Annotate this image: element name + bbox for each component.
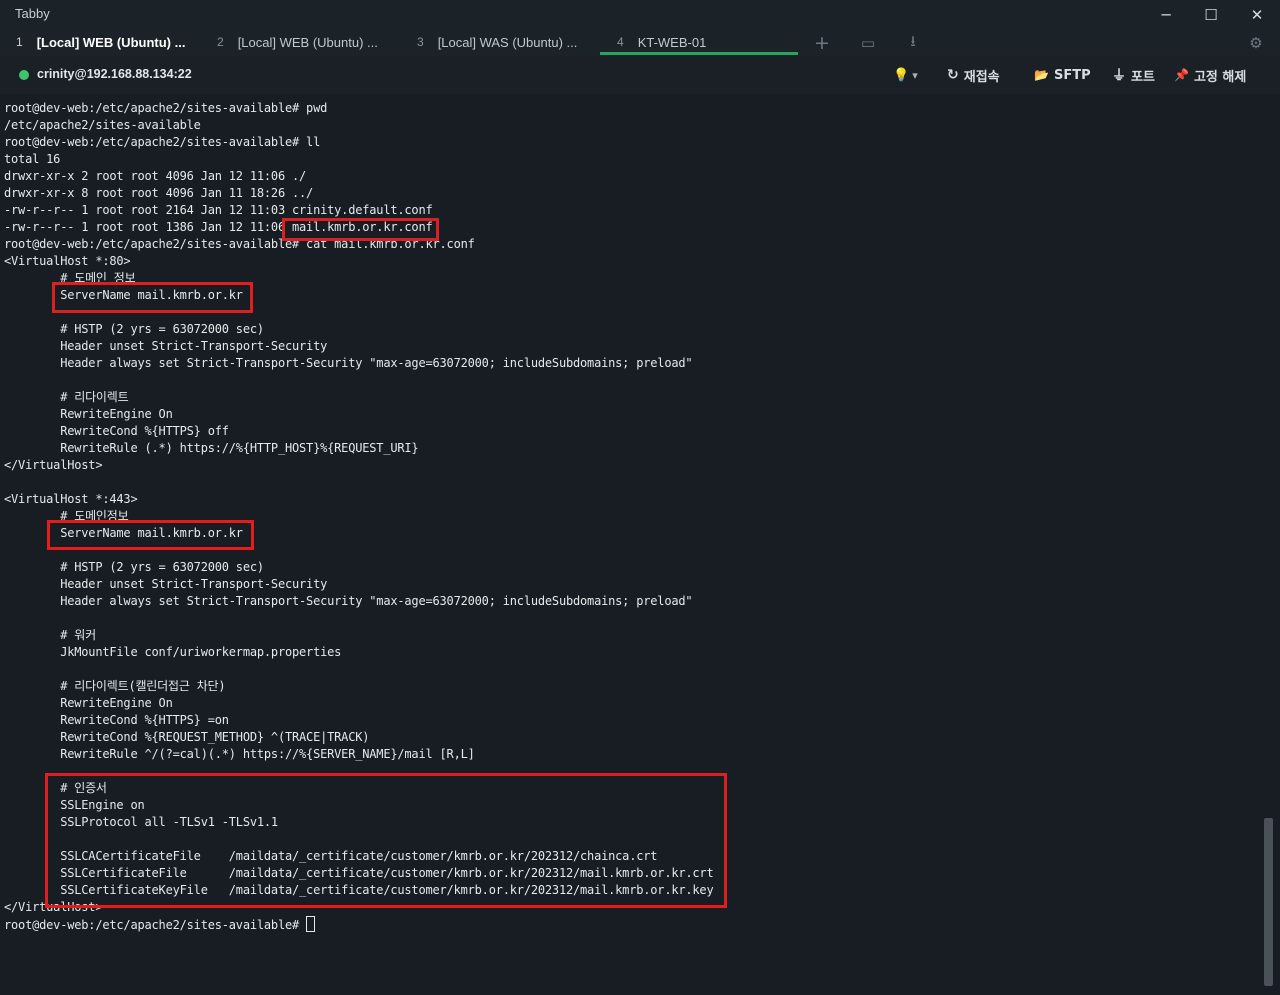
terminal-line: RewriteRule ^/(?=cal)(.*) https://%{SERV… <box>4 747 475 761</box>
terminal-line: RewriteEngine On <box>4 407 173 421</box>
tab-number: 1 <box>16 35 23 49</box>
settings-button[interactable]: ⚙ <box>1246 33 1266 53</box>
app-title: Tabby <box>15 6 50 21</box>
tab-2[interactable]: 2 [Local] WEB (Ubuntu) ... <box>217 30 378 54</box>
folder-icon: 📂 <box>1034 68 1049 82</box>
scrollbar-thumb[interactable] <box>1264 818 1273 986</box>
title-bar: Tabby ─ ☐ ✕ <box>0 0 1280 30</box>
terminal-line: <VirtualHost *:443> <box>4 492 138 506</box>
terminal-line: RewriteRule (.*) https://%{HTTP_HOST}%{R… <box>4 441 419 455</box>
terminal-prompt-line[interactable]: root@dev-web:/etc/apache2/sites-availabl… <box>4 916 1260 933</box>
tab-number: 3 <box>417 35 424 49</box>
active-tab-indicator <box>600 52 798 55</box>
terminal-line: <VirtualHost *:80> <box>4 254 131 268</box>
tab-bar: 1 [Local] WEB (Ubuntu) ... 2 [Local] WEB… <box>0 30 1280 56</box>
tab-3[interactable]: 3 [Local] WAS (Ubuntu) ... <box>417 30 577 54</box>
pin-icon: 📌 <box>1174 68 1189 82</box>
tab-number: 2 <box>217 35 224 49</box>
terminal-line: RewriteCond %{HTTPS} off <box>4 424 229 438</box>
terminal-prompt: root@dev-web:/etc/apache2/sites-availabl… <box>4 918 307 932</box>
plus-icon: + <box>814 32 830 54</box>
tab-label: [Local] WEB (Ubuntu) ... <box>36 34 186 50</box>
plug-icon: ⏚ <box>1112 68 1126 84</box>
download-button[interactable]: ⭳ <box>903 31 923 53</box>
highlight-box-certificate <box>45 773 727 908</box>
refresh-icon: ↻ <box>947 67 959 83</box>
tab-label: KT-WEB-01 <box>637 34 707 50</box>
highlight-box-servername-80 <box>52 282 253 313</box>
terminal-line: /etc/apache2/sites-available <box>4 118 201 132</box>
terminal-line: # HSTP (2 yrs = 63072000 sec) <box>4 322 264 336</box>
tab-4[interactable]: 4 KT-WEB-01 <box>617 30 706 54</box>
tab-label: [Local] WEB (Ubuntu) ... <box>237 34 378 50</box>
close-button[interactable]: ✕ <box>1234 0 1280 30</box>
ports-button[interactable]: ⏚ 포트 <box>1112 65 1155 85</box>
terminal-line: -rw-r--r-- 1 root root 1386 Jan 12 11:06… <box>4 220 433 234</box>
terminal-line: Header unset Strict-Transport-Security <box>4 339 328 353</box>
download-icon: ⭳ <box>910 31 916 50</box>
unpin-label: 고정 해제 <box>1193 69 1247 85</box>
highlight-box-servername-443 <box>47 520 254 550</box>
terminal-line: Header always set Strict-Transport-Secur… <box>4 356 693 370</box>
terminal-line: # HSTP (2 yrs = 63072000 sec) <box>4 560 264 574</box>
terminal-line: # 워커 <box>4 628 96 642</box>
tab-label: [Local] WAS (Ubuntu) ... <box>437 34 578 50</box>
terminal-line: -rw-r--r-- 1 root root 2164 Jan 12 11:03… <box>4 203 433 217</box>
terminal-line: # 리다이렉트 <box>4 390 129 404</box>
reconnect-label: 재접속 <box>963 69 1000 85</box>
terminal-line: JkMountFile conf/uriworkermap.properties <box>4 645 342 659</box>
sftp-button[interactable]: 📂 SFTP <box>1034 65 1091 85</box>
reconnect-button[interactable]: ↻ 재접속 <box>947 65 1000 85</box>
terminal-line: RewriteEngine On <box>4 696 173 710</box>
terminal-line: Header always set Strict-Transport-Secur… <box>4 594 693 608</box>
terminal-line: root@dev-web:/etc/apache2/sites-availabl… <box>4 101 328 115</box>
tab-1[interactable]: 1 [Local] WEB (Ubuntu) ... <box>16 30 185 54</box>
new-tab-button[interactable]: + <box>812 32 832 54</box>
tabby-window: Tabby ─ ☐ ✕ 1 [Local] WEB (Ubuntu) ... 2… <box>0 0 1280 995</box>
minimize-icon: ─ <box>1161 6 1171 24</box>
unpin-button[interactable]: 📌 고정 해제 <box>1174 65 1246 85</box>
terminal-line: drwxr-xr-x 8 root root 4096 Jan 11 18:26… <box>4 186 314 200</box>
notification-button[interactable]: 💡 ▾ <box>893 65 918 85</box>
layout-button[interactable]: ▭ <box>858 33 878 53</box>
maximize-button[interactable]: ☐ <box>1188 0 1234 30</box>
close-icon: ✕ <box>1250 6 1264 24</box>
connection-host: crinity@192.168.88.134:22 <box>37 67 192 81</box>
tab-number: 4 <box>617 35 624 49</box>
terminal-line: RewriteCond %{REQUEST_METHOD} ^(TRACE|TR… <box>4 730 370 744</box>
terminal-line: # 리다이렉트(캘린더접근 차단) <box>4 679 226 693</box>
chevron-down-icon: ▾ <box>912 68 918 82</box>
terminal-line: root@dev-web:/etc/apache2/sites-availabl… <box>4 135 321 149</box>
terminal-line: root@dev-web:/etc/apache2/sites-availabl… <box>4 237 475 251</box>
highlight-box-filename <box>282 218 439 241</box>
lightbulb-icon: 💡 <box>893 67 910 83</box>
sftp-label: SFTP <box>1053 67 1091 83</box>
gear-icon: ⚙ <box>1249 34 1263 52</box>
terminal-line: Header unset Strict-Transport-Security <box>4 577 328 591</box>
ports-label: 포트 <box>1131 69 1155 85</box>
terminal-line: </VirtualHost> <box>4 458 103 472</box>
connection-status-indicator <box>19 70 29 80</box>
terminal-line: RewriteCond %{HTTPS} =on <box>4 713 229 727</box>
layout-icon: ▭ <box>860 34 876 52</box>
maximize-icon: ☐ <box>1204 6 1218 24</box>
terminal-line: drwxr-xr-x 2 root root 4096 Jan 12 11:06… <box>4 169 307 183</box>
terminal-line: total 16 <box>4 152 61 166</box>
minimize-button[interactable]: ─ <box>1143 0 1189 30</box>
terminal-cursor <box>306 916 316 932</box>
